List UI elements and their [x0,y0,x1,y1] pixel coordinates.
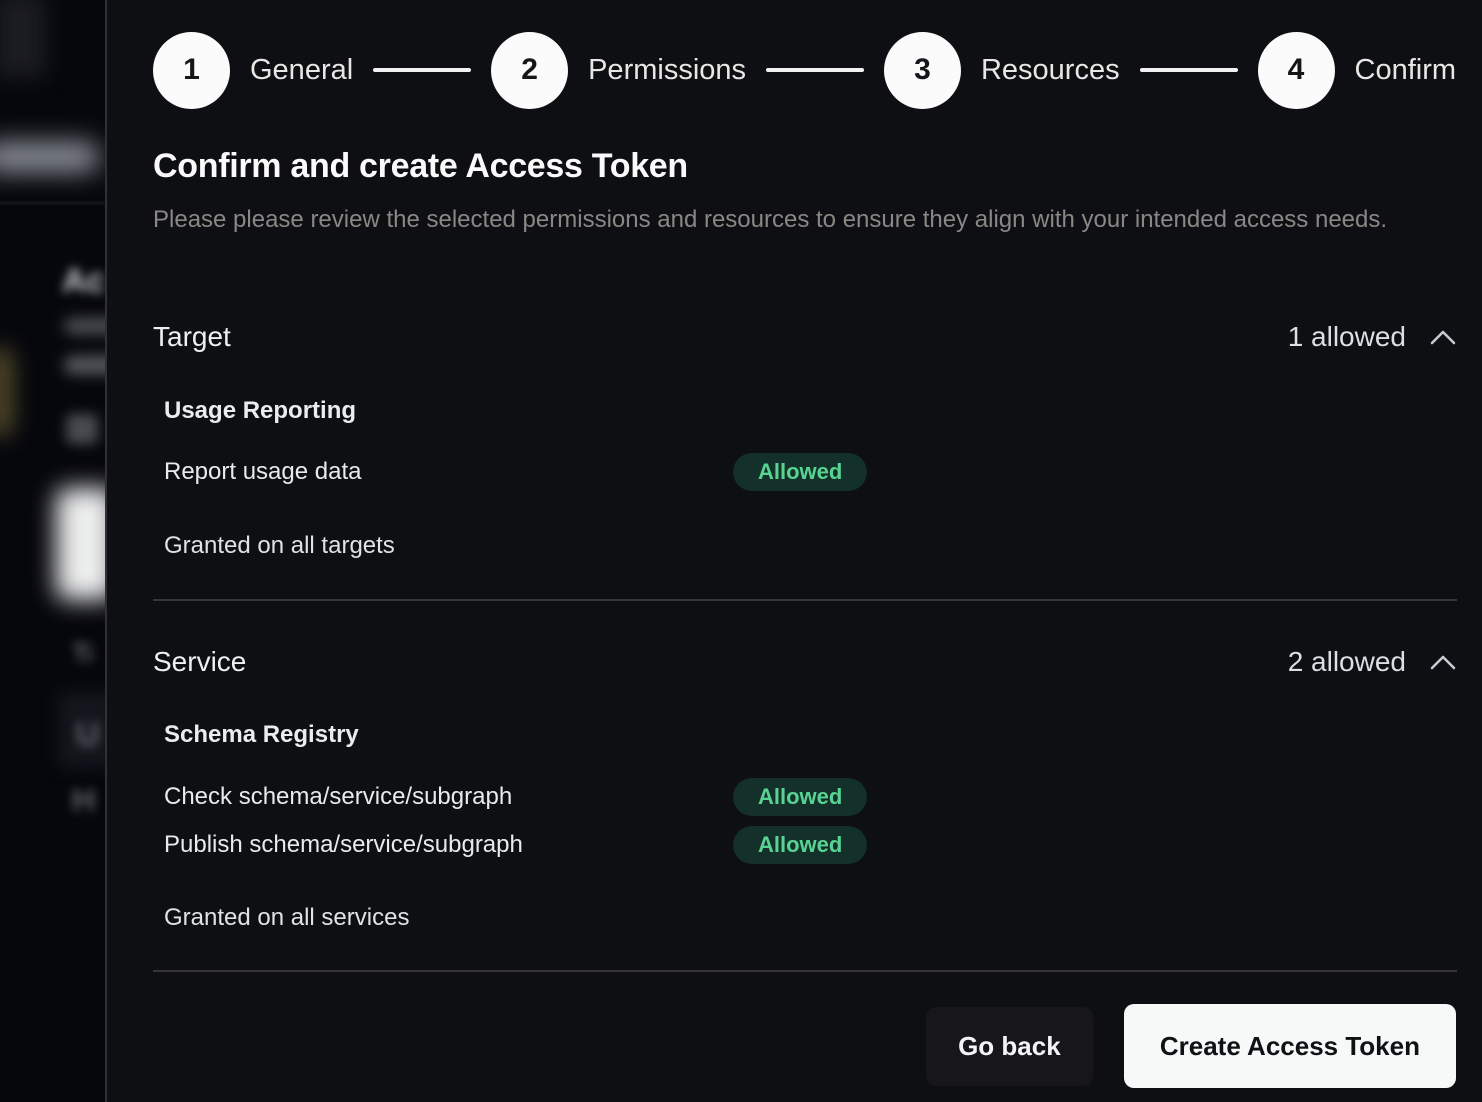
page-description: Please please review the selected permis… [153,200,1387,240]
step-connector-line [373,68,471,72]
permission-row: Publish schema/service/subgraph Allowed [164,825,1456,865]
go-back-button[interactable]: Go back [926,1007,1093,1086]
permission-row: Report usage data Allowed [164,452,1456,492]
wizard-stepper: 1 General 2 Permissions 3 Resources 4 Co… [153,31,1456,109]
status-badge-allowed: Allowed [733,826,867,864]
blurred-sidebar-divider [0,202,105,204]
step-confirm[interactable]: 4 Confirm [1258,32,1457,109]
step-connector-line [766,68,864,72]
blurred-logo-tile [0,0,46,78]
blurred-text-fragment: H [72,782,95,819]
step-number-circle: 1 [153,32,230,109]
blurred-text-fragment: Ti [72,638,93,669]
create-access-token-modal: 1 General 2 Permissions 3 Resources 4 Co… [105,0,1482,1102]
blurred-text-fragment: U [76,716,99,753]
step-general[interactable]: 1 General [153,32,353,109]
blurred-text-fragment: Ac [62,262,105,301]
section-collapse-toggle-service[interactable]: 2 allowed [1288,646,1456,678]
allowed-count: 2 allowed [1288,646,1406,678]
status-badge-allowed: Allowed [733,453,867,491]
step-label: Resources [981,54,1120,87]
obscured-background-sidebar: Ac Ti U H [0,0,105,1102]
chevron-up-icon [1430,330,1456,345]
section-divider [153,970,1457,972]
section-header-target: Target 1 allowed [153,315,1456,359]
step-label: General [250,54,353,87]
section-title: Target [153,321,231,353]
granted-scope-note: Granted on all targets [164,532,395,560]
step-resources[interactable]: 3 Resources [884,32,1120,109]
permission-group-title: Usage Reporting [164,397,356,425]
step-label: Permissions [588,54,746,87]
section-header-service: Service 2 allowed [153,640,1456,684]
permission-group-title: Schema Registry [164,721,359,749]
chevron-up-icon [1430,655,1456,670]
section-title: Service [153,646,246,678]
blurred-text-line [64,356,105,374]
step-number-circle: 2 [491,32,568,109]
permission-row: Check schema/service/subgraph Allowed [164,777,1456,817]
blurred-white-card [56,488,105,600]
step-number-circle: 3 [884,32,961,109]
create-access-token-button[interactable]: Create Access Token [1124,1004,1456,1088]
section-collapse-toggle-target[interactable]: 1 allowed [1288,321,1456,353]
permission-label: Check schema/service/subgraph [164,783,733,811]
section-divider [153,599,1457,601]
blurred-accent-blob [0,348,14,436]
footer-actions: Go back Create Access Token [926,1004,1456,1088]
permission-label: Publish schema/service/subgraph [164,831,733,859]
blurred-icon-tile [66,414,98,444]
step-permissions[interactable]: 2 Permissions [491,32,746,109]
page-title: Confirm and create Access Token [153,147,688,186]
allowed-count: 1 allowed [1288,321,1406,353]
permission-label: Report usage data [164,458,733,486]
blurred-nav-text [0,142,100,172]
step-label: Confirm [1355,54,1457,87]
step-connector-line [1140,68,1238,72]
status-badge-allowed: Allowed [733,778,867,816]
granted-scope-note: Granted on all services [164,904,409,932]
blurred-text-line [64,318,105,334]
step-number-circle: 4 [1258,32,1335,109]
